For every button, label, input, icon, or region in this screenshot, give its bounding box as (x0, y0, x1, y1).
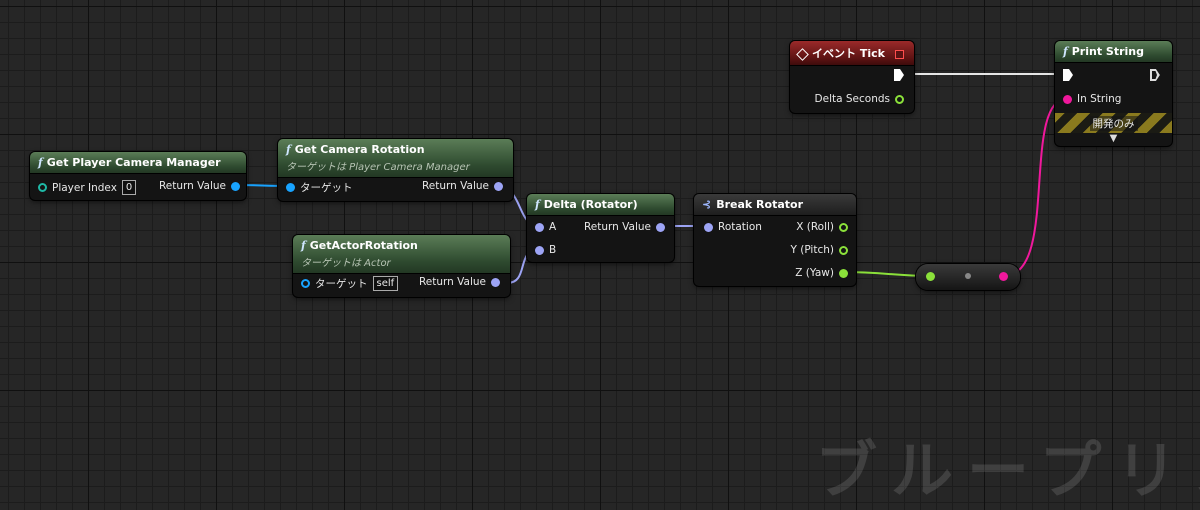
float-pin-icon[interactable] (895, 94, 904, 104)
output-exec (894, 69, 904, 81)
pin-label: In String (1077, 93, 1122, 105)
rotator-pin-icon[interactable] (535, 245, 544, 255)
break-struct-icon: ⊰ (702, 198, 712, 211)
input-b: B (535, 244, 556, 256)
exec-pin-icon[interactable] (1063, 69, 1073, 81)
node-conversion[interactable] (916, 264, 1020, 290)
input-in-string: In String (1063, 93, 1121, 105)
node-header[interactable]: イベント Tick (790, 41, 914, 66)
node-title: イベント Tick (812, 47, 885, 60)
node-get-actor-rotation[interactable]: f GetActorRotation ターゲットは Actor ターゲット self… (293, 235, 510, 297)
input-player-index: Player Index 0 (38, 180, 137, 195)
node-title: Get Player Camera Manager (46, 156, 221, 169)
object-pin-icon[interactable] (286, 183, 295, 192)
graph-watermark: ブループリント (815, 434, 1200, 507)
pin-label: Y (Pitch) (790, 244, 834, 256)
node-subtitle: ターゲットは Actor (301, 258, 391, 269)
pin-label: Rotation (718, 221, 762, 233)
node-print-string[interactable]: f Print String In String 開発のみ ▼ (1055, 41, 1172, 146)
pin-label: X (Roll) (796, 221, 834, 233)
development-only-bar: 開発のみ (1055, 113, 1172, 133)
output-x-roll: X (Roll) (796, 221, 848, 233)
rotator-pin-icon[interactable] (535, 222, 544, 232)
float-pin-icon[interactable] (839, 222, 848, 232)
node-header[interactable]: f Get Camera Rotation ターゲットは Player Camera… (278, 139, 513, 178)
function-icon: f (1063, 45, 1068, 58)
string-pin-icon[interactable] (999, 272, 1008, 281)
node-delta-rotator[interactable]: f Delta (Rotator) A B Return Value (527, 194, 674, 262)
node-header[interactable]: f Get Player Camera Manager (30, 152, 246, 174)
output-return-value: Return Value (159, 180, 240, 192)
input-exec (1063, 69, 1073, 81)
node-title: Break Rotator (716, 198, 804, 211)
rotator-pin-icon[interactable] (704, 222, 713, 232)
node-title: GetActorRotation (309, 239, 418, 252)
exec-pin-icon[interactable] (1150, 69, 1160, 81)
event-icon (796, 47, 809, 61)
output-y-pitch: Y (Pitch) (790, 244, 848, 256)
function-icon: f (535, 198, 540, 211)
pin-label: Return Value (158, 180, 226, 192)
output-delta-seconds: Delta Seconds (815, 93, 904, 105)
rotator-pin-icon[interactable] (491, 277, 500, 287)
pin-label: Delta Seconds (814, 93, 890, 105)
node-header[interactable]: f Print String (1055, 41, 1172, 63)
expand-arrow-icon[interactable]: ▼ (1055, 133, 1172, 144)
object-pin-icon[interactable] (301, 279, 310, 288)
input-target: ターゲット self (301, 276, 399, 291)
output-return-value: Return Value (419, 276, 500, 288)
pin-label: Return Value (418, 276, 486, 288)
float-pin-icon[interactable] (839, 245, 848, 255)
pin-label: Z (Yaw) (795, 267, 834, 279)
pin-label: ターゲット (300, 182, 353, 194)
node-title: Get Camera Rotation (294, 143, 425, 156)
float-pin-icon[interactable] (839, 268, 848, 278)
node-get-player-camera-manager[interactable]: f Get Player Camera Manager Player Index … (30, 152, 246, 200)
node-title: Print String (1071, 45, 1144, 58)
node-header[interactable]: ⊰ Break Rotator (694, 194, 856, 216)
pin-label: Return Value (583, 221, 651, 233)
node-subtitle: ターゲットは Player Camera Manager (286, 162, 470, 173)
node-event-tick[interactable]: イベント Tick Delta Seconds (790, 41, 914, 113)
node-title: Delta (Rotator) (543, 198, 638, 211)
delegate-icon[interactable] (894, 49, 904, 59)
output-exec (1150, 69, 1160, 81)
conversion-dot-icon (965, 273, 971, 279)
input-a: A (535, 221, 556, 233)
pin-label: Return Value (421, 180, 489, 192)
rotator-pin-icon[interactable] (656, 222, 665, 232)
function-icon: f (286, 143, 291, 156)
float-pin-icon[interactable] (926, 272, 935, 281)
node-header[interactable]: f GetActorRotation ターゲットは Actor (293, 235, 510, 274)
pin-label: A (549, 221, 557, 233)
node-header[interactable]: f Delta (Rotator) (527, 194, 674, 216)
output-return-value: Return Value (422, 180, 503, 192)
dev-only-label: 開発のみ (1089, 115, 1138, 131)
output-z-yaw: Z (Yaw) (795, 267, 848, 279)
object-pin-icon[interactable] (231, 181, 240, 191)
rotator-pin-icon[interactable] (494, 181, 503, 191)
string-pin-icon[interactable] (1063, 94, 1072, 104)
node-get-camera-rotation[interactable]: f Get Camera Rotation ターゲットは Player Camera… (278, 139, 513, 201)
input-rotation: Rotation (704, 221, 762, 233)
function-icon: f (38, 156, 43, 169)
pin-label: B (549, 244, 557, 256)
pin-label: ターゲット (315, 278, 368, 290)
output-return-value: Return Value (584, 221, 665, 233)
exec-pin-icon[interactable] (894, 69, 904, 81)
player-index-field[interactable]: 0 (121, 180, 137, 195)
function-icon: f (301, 239, 306, 252)
int-pin-icon[interactable] (38, 183, 47, 192)
target-self-field[interactable]: self (372, 276, 399, 291)
pin-label: Player Index (52, 181, 117, 194)
input-target: ターゲット (286, 180, 353, 195)
node-break-rotator[interactable]: ⊰ Break Rotator Rotation X (Roll) Y (Pitc… (694, 194, 856, 286)
